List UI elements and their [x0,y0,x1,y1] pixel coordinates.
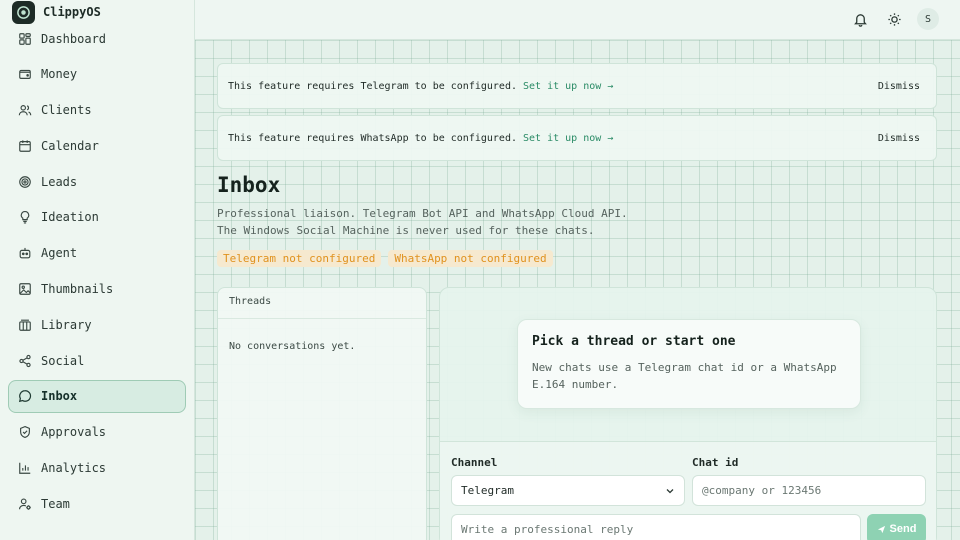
banner-text: This feature requires WhatsApp to be con… [228,132,517,144]
setup-link[interactable]: Set it up now → [523,81,613,92]
sidebar-item-label: Team [41,496,70,511]
banner-text: This feature requires Telegram to be con… [228,80,517,92]
channel-select[interactable]: Telegram [451,475,685,506]
dashboard-icon [19,32,31,45]
sidebar-item-library[interactable]: Library [8,308,186,341]
sidebar-item-analytics[interactable]: Analytics [8,452,186,485]
sidebar-nav: Dashboard Money Clients Calendar Leads I… [8,22,186,523]
sidebar-item-label: Thumbnails [41,282,114,297]
sidebar-item-label: Inbox [41,389,78,404]
topbar: S [195,0,960,40]
main-content: This feature requires Telegram to be con… [195,40,960,540]
telegram-status-badge: Telegram not configured [217,250,382,267]
sidebar-item-dashboard[interactable]: Dashboard [8,22,186,55]
dismiss-button[interactable]: Dismiss [878,133,926,144]
wallet-icon [19,70,31,80]
sidebar-item-ideation[interactable]: Ideation [8,201,186,234]
app-name: ClippyOS [43,5,101,19]
sidebar-item-label: Analytics [41,461,107,476]
dismiss-button[interactable]: Dismiss [878,81,926,92]
bell-icon [853,13,867,27]
sidebar-item-inbox[interactable]: Inbox [8,379,186,413]
reply-textarea[interactable] [451,514,861,540]
message-icon [18,390,32,403]
sidebar-item-social[interactable]: Social [8,344,186,377]
empty-state-title: Pick a thread or start one [532,334,736,349]
sidebar: ClippyOS Dashboard Money Clients Calenda… [0,0,195,540]
sun-icon [887,12,901,26]
bot-icon [19,248,31,259]
sidebar-item-team[interactable]: Team [8,487,186,520]
chat-id-label: Chat id [692,456,739,469]
sidebar-item-label: Approvals [41,425,107,440]
whatsapp-config-banner: This feature requires WhatsApp to be con… [217,115,937,161]
sidebar-item-label: Agent [41,246,78,261]
user-settings-icon [19,498,31,510]
send-button[interactable]: Send [867,514,926,540]
share-icon [19,354,31,367]
conversation-panel: Pick a thread or start one New chats use… [439,287,937,540]
whatsapp-status-badge: WhatsApp not configured [388,250,553,267]
users-icon [18,105,32,116]
channel-select-value: Telegram [461,484,514,497]
avatar[interactable]: S [917,8,939,30]
sidebar-item-thumbnails[interactable]: Thumbnails [8,273,186,306]
image-icon [19,283,31,295]
send-icon [877,525,885,533]
calendar-icon [19,140,31,152]
threads-empty-message: No conversations yet. [229,341,356,352]
sidebar-item-label: Leads [41,174,78,189]
subtitle-line: The Windows Social Machine is never used… [217,224,595,237]
setup-link[interactable]: Set it up now → [523,133,613,144]
subtitle-line: Professional liaison. Telegram Bot API a… [217,207,628,220]
composer: Channel Chat id Telegram Send [440,441,936,540]
threads-panel: Threads No conversations yet. [217,287,427,540]
sidebar-item-calendar[interactable]: Calendar [8,129,186,162]
target-icon [19,175,31,188]
lightbulb-icon [20,211,30,225]
sidebar-item-label: Dashboard [41,31,107,46]
sidebar-item-label: Ideation [41,210,99,225]
page-subtitle: Professional liaison. Telegram Bot API a… [217,205,628,239]
empty-state-text: New chats use a Telegram chat id or a Wh… [532,359,846,393]
shield-check-icon [20,426,30,439]
status-badges: Telegram not configured WhatsApp not con… [217,250,553,267]
empty-state-line: New chats use a Telegram chat id or a Wh… [532,361,837,374]
sidebar-item-label: Money [41,67,78,82]
sidebar-item-label: Library [41,317,92,332]
telegram-config-banner: This feature requires Telegram to be con… [217,63,937,109]
threads-header: Threads [218,288,426,319]
bar-chart-icon [19,462,31,474]
sidebar-item-label: Social [41,353,85,368]
sidebar-item-approvals[interactable]: Approvals [8,416,186,449]
empty-state-line: E.164 number. [532,378,619,391]
app-logo-icon [12,0,35,24]
chevron-down-icon [666,488,674,493]
chat-id-input[interactable] [692,475,926,506]
page-title: Inbox [217,173,281,197]
sidebar-item-leads[interactable]: Leads [8,165,186,198]
brand[interactable]: ClippyOS [12,0,101,24]
notifications-button[interactable] [850,9,870,29]
sidebar-item-agent[interactable]: Agent [8,237,186,270]
sidebar-item-label: Calendar [41,138,99,153]
library-icon [19,319,31,331]
channel-label: Channel [451,456,498,469]
empty-state-card: Pick a thread or start one New chats use… [517,319,861,409]
sidebar-item-money[interactable]: Money [8,58,186,91]
sidebar-item-clients[interactable]: Clients [8,94,186,127]
send-label: Send [889,523,917,535]
sidebar-item-label: Clients [41,103,92,118]
theme-toggle-button[interactable] [884,9,904,29]
